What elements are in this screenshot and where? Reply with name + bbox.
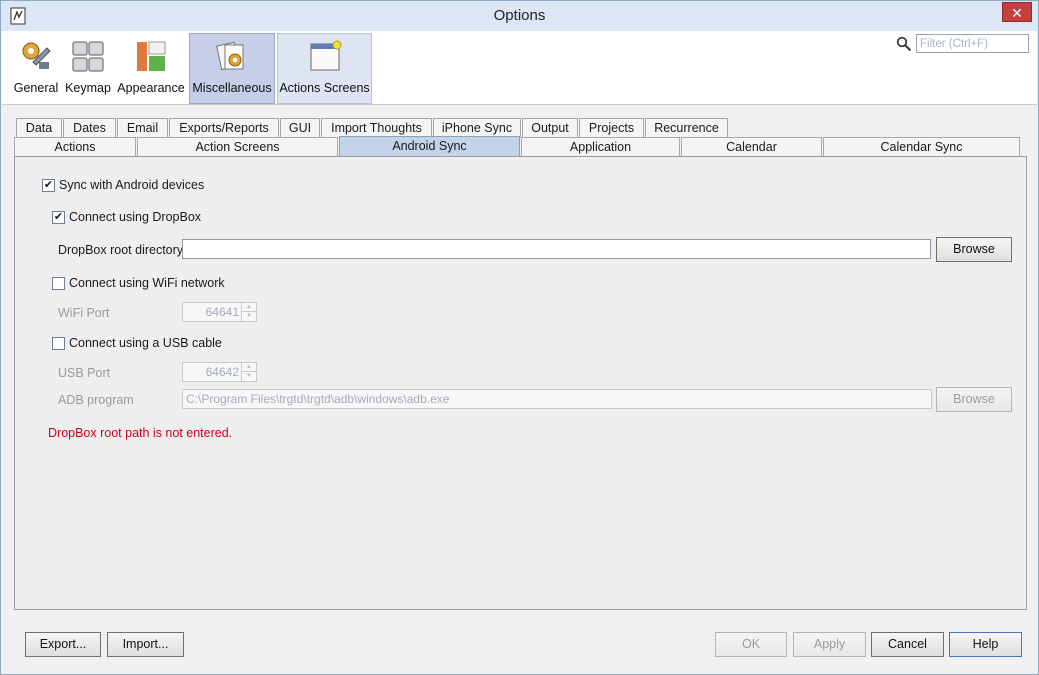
tab-actions[interactable]: Actions <box>14 137 136 156</box>
category-toolbar: General Keymap Appearance Miscellaneous … <box>2 31 1037 105</box>
dropbox-browse-button[interactable]: Browse <box>936 237 1012 262</box>
spinner-arrows[interactable]: ▲ ▼ <box>241 363 256 381</box>
sync-android-label: Sync with Android devices <box>59 178 205 192</box>
toolbar-actions-screens-button[interactable]: Actions Screens <box>277 33 372 104</box>
tab-calendar[interactable]: Calendar <box>681 137 822 156</box>
usb-label: Connect using a USB cable <box>69 336 222 350</box>
usb-port-spinner[interactable]: 64642 ▲ ▼ <box>182 362 257 382</box>
close-button[interactable]: ✕ <box>1002 2 1032 22</box>
tab-exports-reports[interactable]: Exports/Reports <box>169 118 279 137</box>
wifi-port-value: 64641 <box>205 305 239 319</box>
toolbar-label: Appearance <box>117 81 185 95</box>
validation-error: DropBox root path is not entered. <box>48 426 233 440</box>
tab-recurrence[interactable]: Recurrence <box>645 118 728 137</box>
usb-checkbox[interactable] <box>52 337 65 350</box>
spinner-up-icon[interactable]: ▲ <box>242 363 256 372</box>
wifi-port-label: WiFi Port <box>58 306 110 320</box>
dropbox-root-field[interactable] <box>182 239 931 259</box>
spinner-arrows[interactable]: ▲ ▼ <box>241 303 256 321</box>
toolbar-label: Miscellaneous <box>192 81 272 95</box>
tab-gui[interactable]: GUI <box>280 118 320 137</box>
spinner-down-icon[interactable]: ▼ <box>242 312 256 321</box>
filter-search-input[interactable] <box>916 34 1029 53</box>
sync-android-checkbox[interactable] <box>42 179 55 192</box>
gears-wrench-icon <box>22 42 51 69</box>
dropbox-root-label: DropBox root directory <box>58 243 184 257</box>
keyboard-keys-icon <box>72 41 104 72</box>
help-button[interactable]: Help <box>949 632 1022 657</box>
usb-port-label: USB Port <box>58 366 111 380</box>
toolbar-label: Keymap <box>65 81 111 95</box>
search-icon <box>896 36 912 52</box>
adb-browse-button[interactable]: Browse <box>936 387 1012 412</box>
window-screen-icon <box>310 40 341 71</box>
usb-port-value: 64642 <box>205 365 239 379</box>
tab-dates[interactable]: Dates <box>63 118 116 137</box>
tab-data[interactable]: Data <box>16 118 62 137</box>
tab-import-thoughts[interactable]: Import Thoughts <box>321 118 432 137</box>
tab-projects[interactable]: Projects <box>579 118 644 137</box>
dropbox-label: Connect using DropBox <box>69 210 202 224</box>
tab-calendar-sync[interactable]: Calendar Sync <box>823 137 1020 156</box>
tab-action-screens[interactable]: Action Screens <box>137 137 338 156</box>
import-button[interactable]: Import... <box>107 632 184 657</box>
cancel-button[interactable]: Cancel <box>871 632 944 657</box>
toolbar-miscellaneous-button[interactable]: Miscellaneous <box>189 33 275 104</box>
toolbar-label: Actions Screens <box>279 81 370 95</box>
tab-output[interactable]: Output <box>522 118 578 137</box>
export-label: Export... <box>39 637 87 651</box>
wifi-label: Connect using WiFi network <box>69 276 225 290</box>
tab-email[interactable]: Email <box>117 118 168 137</box>
adb-program-field[interactable]: C:\Program Files\trgtd\trgtd\adb\windows… <box>182 389 932 409</box>
toolbar-general-button[interactable]: General <box>10 33 62 104</box>
toolbar-label: General <box>13 81 59 95</box>
spinner-up-icon[interactable]: ▲ <box>242 303 256 312</box>
window-title: Options <box>493 7 546 24</box>
toolbar-keymap-button[interactable]: Keymap <box>62 33 114 104</box>
wifi-checkbox[interactable] <box>52 277 65 290</box>
wifi-port-spinner[interactable]: 64641 ▲ ▼ <box>182 302 257 322</box>
android-sync-panel: Sync with Android devices Connect using … <box>14 156 1027 610</box>
dropbox-checkbox[interactable] <box>52 211 65 224</box>
import-label: Import... <box>122 637 169 651</box>
toolbar-appearance-button[interactable]: Appearance <box>115 33 187 104</box>
ok-button[interactable]: OK <box>715 632 787 657</box>
tab-android-sync[interactable]: Android Sync <box>339 136 520 156</box>
layout-panels-icon <box>137 41 166 71</box>
apply-button[interactable]: Apply <box>793 632 866 657</box>
misc-documents-icon <box>216 41 244 71</box>
title-bar: Options ✕ <box>1 1 1038 31</box>
spinner-down-icon[interactable]: ▼ <box>242 372 256 381</box>
options-window: Options ✕ General Keymap Appearance Misc… <box>0 0 1039 675</box>
tab-iphone-sync[interactable]: iPhone Sync <box>433 118 521 137</box>
adb-program-label: ADB program <box>58 393 134 407</box>
export-button[interactable]: Export... <box>25 632 101 657</box>
tab-application[interactable]: Application <box>521 137 680 156</box>
